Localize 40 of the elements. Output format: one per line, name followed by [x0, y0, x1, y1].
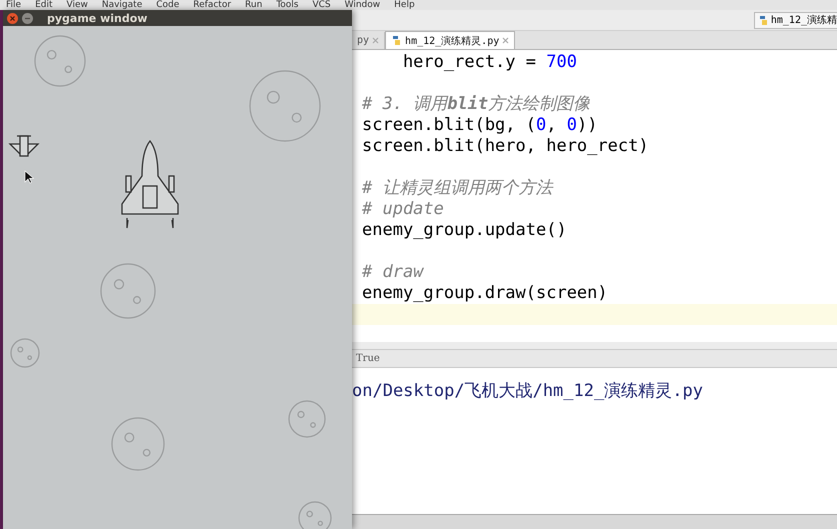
code-line: # update [361, 199, 445, 220]
python-file-icon [391, 35, 402, 46]
menu-item[interactable]: Code [156, 0, 180, 10]
code-line: # draw [361, 262, 425, 283]
code-line: # 3. 调用blit方法绘制图像 [361, 94, 592, 115]
menu-item[interactable]: Tools [276, 0, 298, 10]
code-line: screen.blit(bg, (0, 0)) [361, 115, 598, 136]
window-title: pygame window [47, 12, 148, 24]
asteroid-drawing [298, 501, 332, 529]
close-icon[interactable] [502, 37, 510, 44]
console-output: on/Desktop/飞机大战/hm_12_演练精灵.py [352, 380, 704, 402]
code-line: enemy_group.draw(screen) [361, 283, 609, 304]
enemy-plane-drawing [8, 135, 40, 157]
breadcrumb-button[interactable]: hm_12_演练精 [754, 12, 837, 28]
menu-item[interactable]: VCS [312, 0, 331, 10]
menu-item[interactable]: Navigate [102, 0, 142, 10]
close-icon[interactable] [372, 37, 380, 44]
python-file-icon [758, 14, 769, 26]
menu-item[interactable]: Refactor [193, 0, 232, 10]
menu-item[interactable]: Run [245, 0, 262, 10]
editor-tab[interactable]: hm_12_演练精灵.py [385, 31, 516, 49]
code-line: enemy_group.update() [361, 220, 568, 241]
menu-item[interactable]: View [66, 0, 88, 10]
menu-item[interactable]: Window [344, 0, 380, 10]
asteroid-drawing [100, 263, 156, 319]
menu-item[interactable]: File [6, 0, 22, 10]
code-line: hero_rect.y = 700 [402, 52, 578, 73]
code-line: # 让精灵组调用两个方法 [361, 178, 554, 199]
console-header: True [352, 349, 837, 368]
cursor-icon [24, 170, 34, 184]
asteroid-drawing [288, 400, 326, 438]
asteroid-drawing [10, 338, 40, 368]
close-icon[interactable] [7, 12, 18, 24]
menu-item[interactable]: Edit [35, 0, 52, 10]
menu-item[interactable]: Help [394, 0, 415, 10]
code-line: screen.blit(hero, hero_rect) [361, 136, 650, 157]
minimize-icon[interactable] [22, 12, 33, 24]
asteroid-drawing [34, 35, 86, 87]
asteroid-drawing [249, 70, 321, 142]
asteroid-drawing [111, 417, 165, 471]
